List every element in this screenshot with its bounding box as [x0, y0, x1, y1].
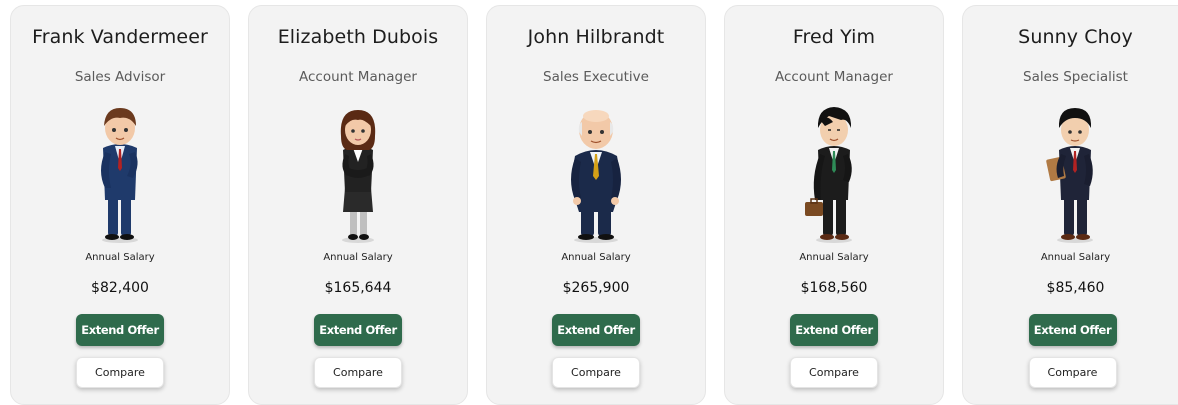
avatar	[789, 96, 879, 246]
salary-label: Annual Salary	[1040, 252, 1111, 263]
salary-label: Annual Salary	[799, 252, 869, 263]
candidate-card: Elizabeth Dubois Account Manager Annual …	[248, 5, 468, 405]
salary-value: $265,900	[562, 280, 630, 296]
candidate-cards: Frank Vandermeer Sales Advisor Annual Sa…	[10, 5, 1178, 405]
compare-button[interactable]: Compare	[790, 357, 878, 388]
extend-offer-button[interactable]: Extend Offer	[314, 314, 402, 346]
salary-label: Annual Salary	[561, 252, 631, 263]
salary-value: $165,644	[324, 280, 392, 296]
compare-button[interactable]: Compare	[76, 357, 164, 388]
extend-offer-button[interactable]: Extend Offer	[76, 314, 164, 346]
candidate-title: Sales Executive	[543, 69, 649, 85]
candidate-name: John Hilbrandt	[527, 26, 665, 48]
compare-button[interactable]: Compare	[552, 357, 640, 388]
candidate-title: Sales Advisor	[74, 69, 166, 85]
candidate-name: Sunny Choy	[1018, 26, 1133, 48]
candidate-title: Sales Specialist	[1023, 69, 1128, 85]
candidate-title: Account Manager	[775, 69, 893, 85]
candidate-name: Elizabeth Dubois	[277, 26, 439, 48]
candidate-name: Fred Yim	[792, 26, 876, 48]
avatar	[551, 96, 641, 246]
avatar	[1028, 96, 1118, 246]
candidate-card: Sunny Choy Sales Specialist Annual Salar…	[962, 5, 1178, 405]
extend-offer-button[interactable]: Extend Offer	[790, 314, 878, 346]
compare-button[interactable]: Compare	[314, 357, 402, 388]
candidate-card: Frank Vandermeer Sales Advisor Annual Sa…	[10, 5, 230, 405]
salary-value: $168,560	[800, 280, 868, 296]
salary-value: $85,460	[1046, 280, 1105, 296]
salary-value: $82,400	[91, 280, 149, 296]
candidate-name: Frank Vandermeer	[32, 26, 208, 48]
avatar	[313, 96, 403, 246]
extend-offer-button[interactable]: Extend Offer	[552, 314, 640, 346]
salary-label: Annual Salary	[323, 252, 393, 263]
candidate-card: John Hilbrandt Sales Executive Annual Sa…	[486, 5, 706, 405]
candidate-card: Fred Yim Account Manager Annual Salary $…	[724, 5, 944, 405]
compare-button[interactable]: Compare	[1028, 357, 1117, 388]
avatar	[75, 96, 165, 246]
extend-offer-button[interactable]: Extend Offer	[1028, 314, 1117, 346]
candidate-title: Account Manager	[299, 69, 417, 85]
salary-label: Annual Salary	[85, 252, 155, 263]
